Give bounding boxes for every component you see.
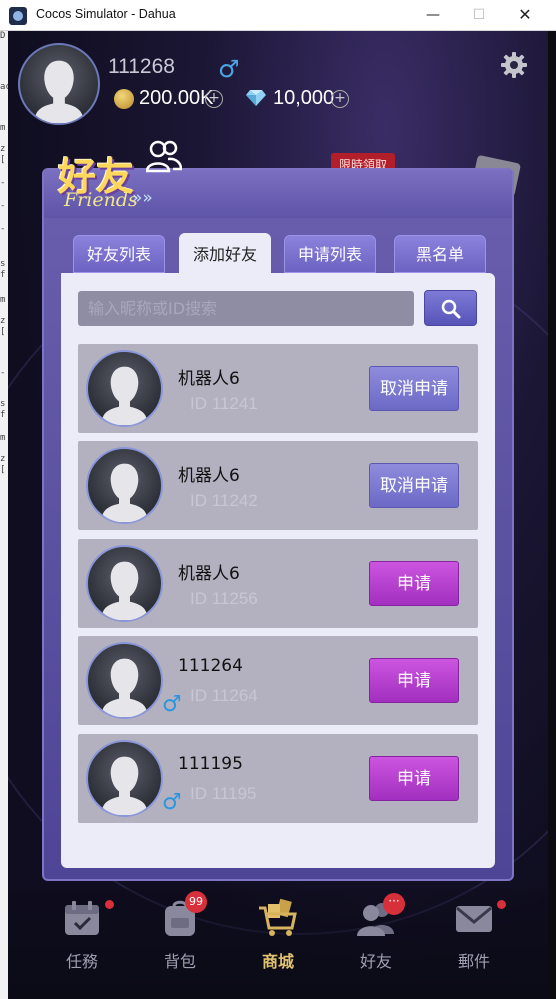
- friend-name: 机器人6: [178, 466, 240, 486]
- avatar-head-icon: [102, 366, 147, 425]
- search-button[interactable]: [424, 290, 477, 326]
- panel-title-en: Friends: [64, 189, 138, 211]
- gold-coin-icon: [114, 89, 134, 109]
- nav-label: 背包: [163, 952, 196, 971]
- friend-id: ID 11242: [190, 491, 258, 510]
- close-button[interactable]: ✕: [502, 0, 548, 31]
- notification-dot: [105, 900, 114, 909]
- window-title: Cocos Simulator - Dahua: [36, 7, 176, 21]
- notification-dot: [497, 900, 506, 909]
- add-gems-button[interactable]: +: [331, 90, 349, 108]
- gold-amount: 200.00K: [139, 87, 214, 109]
- console-line: ac: [0, 82, 8, 92]
- calendar-check-icon: [65, 901, 99, 935]
- title-arrows: »»: [132, 188, 153, 208]
- console-strip: D ac m z [ - - - s f m z [ - s f m z [: [0, 31, 8, 999]
- gem-amount: 10,000: [273, 87, 335, 109]
- apply-button[interactable]: 申请: [369, 561, 459, 606]
- console-line: m: [0, 295, 6, 305]
- window-border: [548, 31, 556, 999]
- console-line: [: [0, 465, 6, 475]
- player-avatar[interactable]: [18, 43, 100, 125]
- game-canvas: 111268 ♂ 200.00K + 10,000 + 限時領取 好友 Frie…: [8, 31, 548, 999]
- notification-badge: ···: [383, 893, 405, 915]
- console-line: f: [0, 410, 6, 420]
- friend-avatar[interactable]: [86, 447, 163, 524]
- friend-id: ID 11256: [190, 589, 258, 608]
- console-line: -: [0, 201, 6, 211]
- window-titlebar: Cocos Simulator - Dahua — ☐ ✕: [0, 0, 556, 31]
- diamond-icon: [246, 90, 266, 106]
- console-line: f: [0, 270, 6, 280]
- list-item: 机器人6 ID 11242 取消申请: [78, 441, 478, 530]
- nav-tasks[interactable]: 任務: [47, 898, 117, 988]
- male-gender-icon: ♂: [162, 692, 182, 717]
- nav-mail[interactable]: 郵件: [439, 898, 509, 988]
- notification-badge: 99: [185, 891, 207, 913]
- friend-avatar[interactable]: [86, 545, 163, 622]
- friend-avatar[interactable]: [86, 350, 163, 427]
- console-line: m: [0, 123, 6, 133]
- cancel-request-button[interactable]: 取消申请: [369, 366, 459, 411]
- console-line: z: [0, 454, 6, 464]
- console-line: [: [0, 327, 6, 337]
- maximize-button[interactable]: ☐: [456, 0, 502, 31]
- friend-id: ID 11264: [190, 686, 258, 705]
- search-icon: [441, 299, 461, 319]
- console-line: m: [0, 433, 6, 443]
- console-line: z: [0, 144, 6, 154]
- male-gender-icon: ♂: [218, 55, 240, 83]
- player-id: 111268: [108, 55, 175, 78]
- tab-add-friend[interactable]: 添加好友: [179, 233, 271, 275]
- friend-avatar[interactable]: [86, 740, 163, 817]
- console-line: s: [0, 399, 6, 409]
- avatar-head-icon: [102, 658, 147, 717]
- gear-icon[interactable]: [500, 51, 528, 79]
- friend-id: ID 11195: [190, 784, 257, 803]
- nav-shop[interactable]: 商城: [243, 898, 313, 988]
- avatar-head-icon: [102, 561, 147, 620]
- nav-label: 商城: [261, 952, 294, 971]
- console-line: -: [0, 368, 6, 378]
- console-line: -: [0, 178, 6, 188]
- friend-id: ID 11241: [190, 394, 258, 413]
- console-line: s: [0, 259, 6, 269]
- list-item: ♂ 111264 ID 11264 申请: [78, 636, 478, 725]
- avatar-head-icon: [102, 463, 147, 522]
- friends-title-icon: [146, 140, 182, 173]
- app-logo-icon: [9, 7, 27, 25]
- friend-name: 机器人6: [178, 564, 240, 584]
- avatar-head-icon: [35, 60, 83, 123]
- nav-friends[interactable]: ··· 好友: [341, 893, 411, 988]
- minimize-button[interactable]: —: [410, 0, 456, 31]
- cancel-request-button[interactable]: 取消申请: [369, 463, 459, 508]
- nav-label: 任務: [65, 952, 98, 971]
- friend-avatar[interactable]: [86, 642, 163, 719]
- nav-backpack[interactable]: 99 背包: [145, 891, 215, 988]
- nav-label: 好友: [359, 952, 392, 971]
- friend-name: 111264: [178, 656, 243, 676]
- male-gender-icon: ♂: [162, 790, 182, 815]
- search-input[interactable]: [78, 291, 414, 326]
- console-line: z: [0, 316, 6, 326]
- tab-request-list[interactable]: 申请列表: [284, 235, 376, 273]
- list-item: ♂ 111195 ID 11195 申请: [78, 734, 478, 823]
- nav-label: 郵件: [457, 952, 490, 971]
- console-line: D: [0, 31, 6, 41]
- apply-button[interactable]: 申请: [369, 658, 459, 703]
- console-line: [: [0, 155, 6, 165]
- friend-name: 111195: [178, 754, 243, 774]
- avatar-head-icon: [102, 756, 147, 815]
- list-item: 机器人6 ID 11241 取消申请: [78, 344, 478, 433]
- add-gold-button[interactable]: +: [205, 90, 223, 108]
- shopping-cart-icon: [259, 898, 297, 936]
- friend-name: 机器人6: [178, 369, 240, 389]
- list-item: 机器人6 ID 11256 申请: [78, 539, 478, 628]
- console-line: -: [0, 224, 6, 234]
- apply-button[interactable]: 申请: [369, 756, 459, 801]
- mail-icon: [456, 906, 492, 932]
- tab-friend-list[interactable]: 好友列表: [73, 235, 165, 273]
- tab-blacklist[interactable]: 黑名单: [394, 235, 486, 273]
